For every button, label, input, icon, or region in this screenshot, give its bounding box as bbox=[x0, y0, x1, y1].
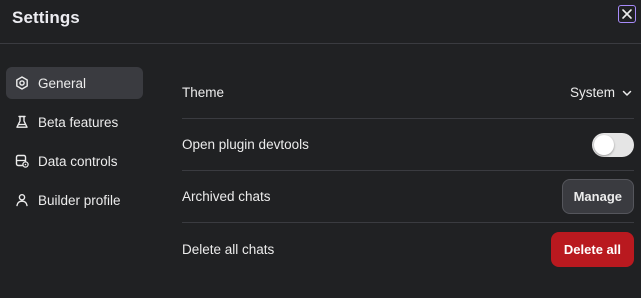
devtools-label: Open plugin devtools bbox=[182, 137, 309, 152]
theme-label: Theme bbox=[182, 85, 225, 100]
archived-chats-label: Archived chats bbox=[182, 189, 271, 204]
manage-button[interactable]: Manage bbox=[561, 179, 634, 214]
dialog-header: Settings bbox=[0, 0, 641, 44]
sidebar-item-label: Data controls bbox=[38, 153, 118, 169]
database-icon bbox=[15, 154, 29, 168]
settings-dialog: Settings General Beta features Data cont… bbox=[0, 0, 641, 298]
setting-row-devtools: Open plugin devtools bbox=[182, 119, 634, 171]
delete-all-label: Delete all chats bbox=[182, 241, 275, 257]
dialog-title: Settings bbox=[12, 8, 80, 27]
sidebar-item-beta-features[interactable]: Beta features bbox=[6, 106, 143, 138]
sidebar-item-general[interactable]: General bbox=[6, 67, 143, 99]
theme-value: System bbox=[569, 85, 615, 100]
close-button[interactable] bbox=[618, 5, 636, 23]
user-icon bbox=[15, 193, 29, 207]
gear-icon bbox=[15, 76, 29, 90]
flask-icon bbox=[15, 115, 29, 129]
settings-panel-general: Theme System Open plugin devtools Archiv… bbox=[182, 67, 634, 275]
sidebar-item-label: Builder profile bbox=[38, 192, 121, 208]
theme-select[interactable]: System bbox=[570, 85, 632, 100]
delete-all-button[interactable]: Delete all bbox=[550, 231, 634, 267]
settings-sidebar: General Beta features Data controls Buil… bbox=[6, 67, 143, 223]
devtools-toggle[interactable] bbox=[592, 132, 634, 157]
sidebar-item-data-controls[interactable]: Data controls bbox=[6, 145, 143, 177]
sidebar-item-label: Beta features bbox=[38, 114, 119, 130]
chevron-down-icon bbox=[622, 88, 632, 98]
close-icon bbox=[621, 8, 633, 20]
sidebar-item-builder-profile[interactable]: Builder profile bbox=[6, 184, 143, 216]
setting-row-theme: Theme System bbox=[182, 67, 634, 119]
setting-row-archived-chats: Archived chats Manage bbox=[182, 171, 634, 223]
setting-row-delete-all: Delete all chats Delete all bbox=[182, 223, 634, 275]
sidebar-item-label: General bbox=[38, 75, 87, 91]
toggle-knob bbox=[594, 134, 614, 155]
